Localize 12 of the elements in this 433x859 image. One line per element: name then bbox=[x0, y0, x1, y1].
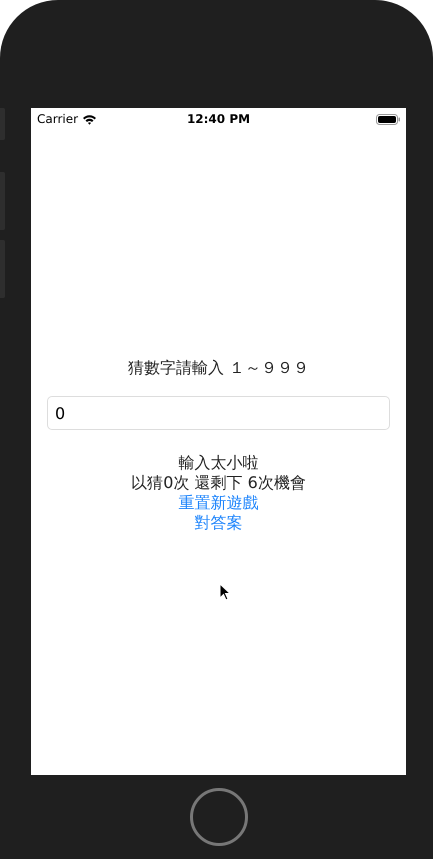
guess-input-field[interactable]: 0 bbox=[47, 396, 390, 430]
link-button[interactable]: 重置新遊戲 bbox=[178, 493, 258, 513]
status-time: 12:40 PM bbox=[186, 112, 250, 126]
battery-icon bbox=[376, 114, 400, 124]
cursor-icon bbox=[219, 583, 231, 601]
result-label: 輸入太小啦 bbox=[178, 453, 258, 473]
wifi-icon bbox=[82, 114, 98, 124]
home-button[interactable] bbox=[190, 788, 248, 846]
prompt-label: 猜數字請輸入 １～９９９ bbox=[128, 358, 310, 379]
attempts-label: 以猜0次 還剩下 6次機會 bbox=[131, 473, 306, 493]
link-button[interactable]: 對答案 bbox=[194, 513, 242, 533]
carrier-label: Carrier bbox=[37, 112, 78, 126]
